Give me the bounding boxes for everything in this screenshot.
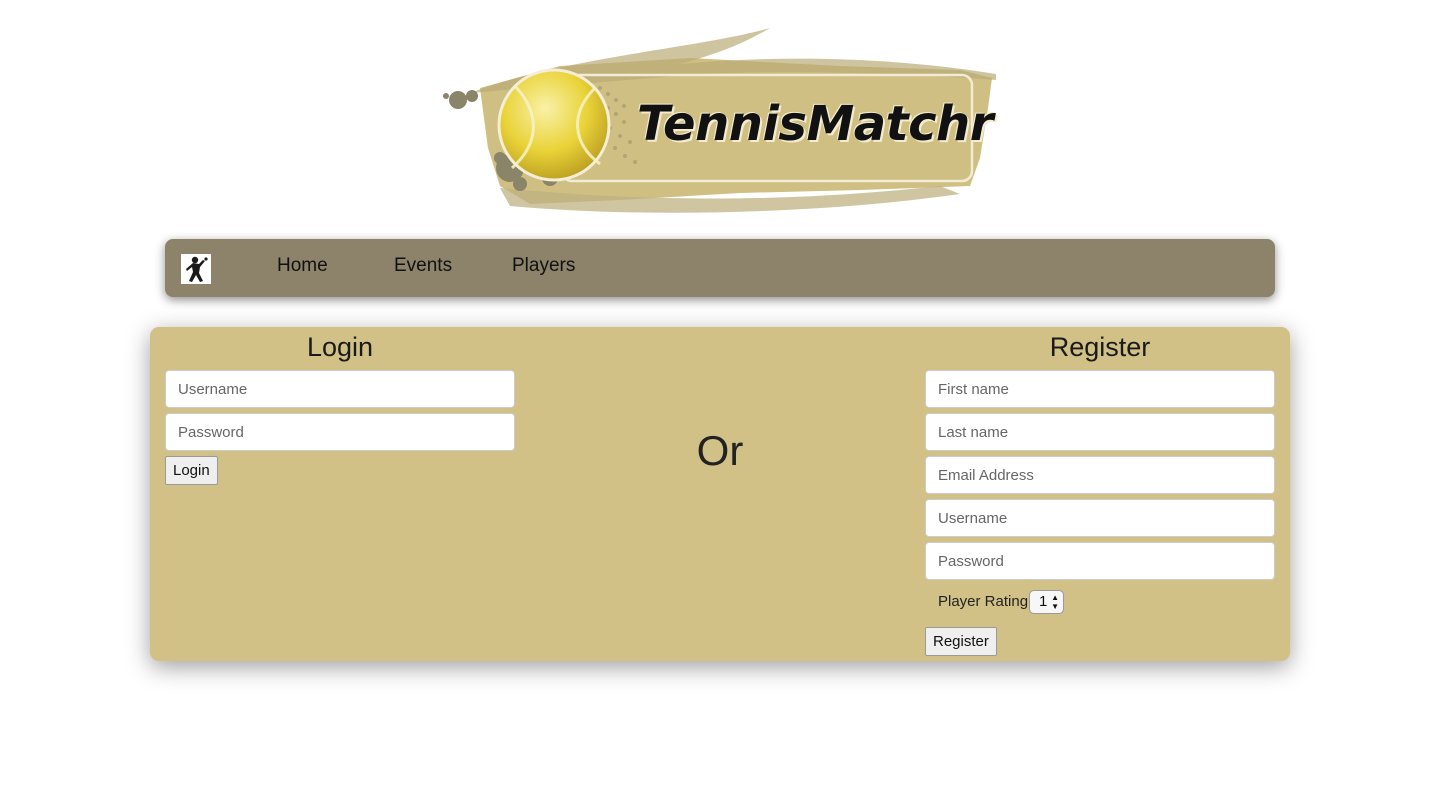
main-navbar: Home Events Players [165,239,1275,297]
site-logo: TennisMatchr [440,18,1000,226]
register-last-name-input[interactable] [925,413,1275,451]
select-arrows-icon: ▲ ▼ [1051,593,1059,611]
login-password-input[interactable] [165,413,515,451]
login-button[interactable]: Login [165,456,218,485]
register-email-input[interactable] [925,456,1275,494]
register-button[interactable]: Register [925,627,997,656]
player-rating-value: 1 [1039,593,1048,610]
nav-events-link[interactable]: Events [394,255,452,277]
player-rating-select[interactable]: 1 ▲ ▼ [1029,590,1064,614]
or-divider: Or [696,427,744,474]
auth-panel: Login Login Or Register Player Rating: 1… [150,327,1290,661]
nav-players-link[interactable]: Players [512,255,575,277]
register-username-input[interactable] [925,499,1275,537]
tennis-player-silhouette-icon[interactable] [181,254,211,284]
nav-home-link[interactable]: Home [277,255,328,277]
register-password-input[interactable] [925,542,1275,580]
login-title: Login [306,332,374,362]
logo-text: TennisMatchr [637,96,993,152]
login-username-input[interactable] [165,370,515,408]
player-rating-label: Player Rating: [938,593,1033,610]
register-title: Register [1049,332,1151,362]
register-first-name-input[interactable] [925,370,1275,408]
